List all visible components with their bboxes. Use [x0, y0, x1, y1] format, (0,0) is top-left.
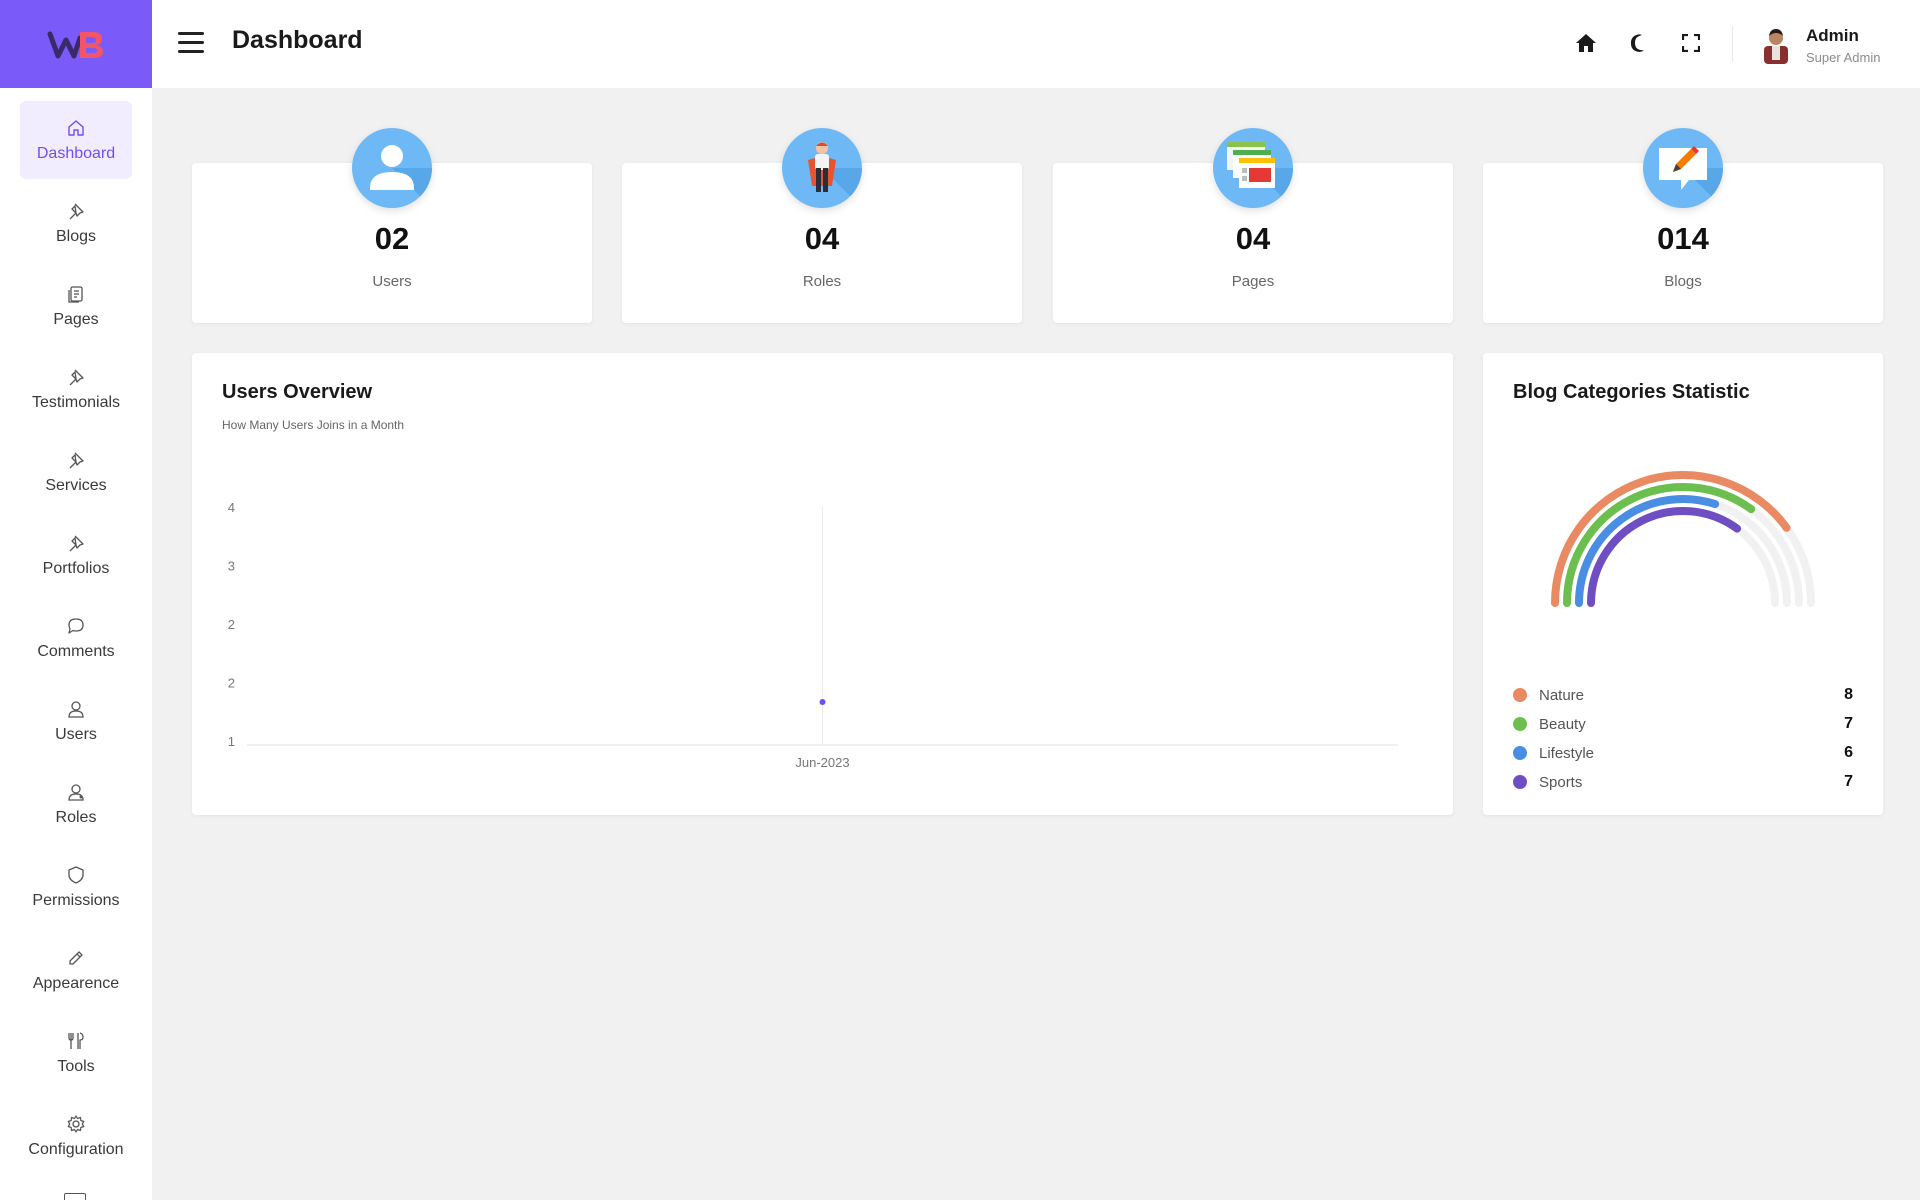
legend-item[interactable]: Nature 8	[1513, 685, 1853, 705]
blog-categories-panel: Blog Categories Statistic Nature 8 Beauty 7…	[1483, 353, 1883, 815]
legend-label: Nature	[1539, 686, 1585, 704]
sidebar-item-label: Permissions	[32, 892, 120, 909]
logo[interactable]	[0, 0, 152, 88]
fullscreen-icon	[1682, 34, 1700, 52]
y-tick-label: 2	[228, 617, 235, 632]
dark-mode-button[interactable]	[1626, 30, 1652, 56]
home-icon	[65, 117, 87, 139]
pin-icon	[65, 200, 87, 222]
menu-toggle-button[interactable]	[178, 32, 204, 54]
more-items-icon	[64, 1193, 86, 1200]
sidebar-item-label: Tools	[57, 1058, 95, 1075]
legend-item[interactable]: Sports 7	[1513, 772, 1853, 792]
user-role: Super Admin	[1806, 50, 1881, 65]
y-tick-label: 4	[228, 500, 235, 515]
pages-icon	[65, 283, 87, 305]
top-header: Dashboard Admin Super Admin	[152, 0, 1920, 88]
header-divider	[1732, 26, 1733, 62]
sidebar-item-services[interactable]: Services	[20, 433, 132, 511]
sidebar-item-label: Appearence	[32, 975, 120, 992]
legend-value: 8	[1844, 686, 1853, 703]
tools-icon	[65, 1030, 87, 1052]
y-tick-label: 1	[228, 734, 235, 749]
legend-dot	[1513, 688, 1527, 702]
blogs-stat-icon	[1643, 128, 1723, 208]
roles-icon	[65, 781, 87, 803]
user-name: Admin	[1806, 26, 1859, 45]
sidebar-item-comments[interactable]: Comments	[20, 599, 132, 677]
sidebar-item-appearence[interactable]: Appearence	[20, 931, 132, 1009]
legend-value: 7	[1844, 715, 1853, 732]
stat-label: Blogs	[1664, 273, 1702, 290]
home-button[interactable]	[1573, 30, 1599, 56]
users-stat-icon	[352, 128, 432, 208]
sidebar-item-blogs[interactable]: Blogs	[20, 184, 132, 262]
sidebar-item-dashboard[interactable]: Dashboard	[20, 101, 132, 179]
x-tick-label: Jun-2023	[795, 755, 849, 770]
sidebar-item-label: Blogs	[55, 228, 97, 245]
sidebar-item-pages[interactable]: Pages	[20, 267, 132, 345]
users-line-chart[interactable]: 4 3 2 2 1 Jun-2023	[192, 353, 1453, 815]
pencil-icon	[65, 947, 87, 969]
fullscreen-button[interactable]	[1678, 30, 1704, 56]
sidebar-item-label: Portfolios	[42, 560, 110, 577]
stat-value: 014	[1657, 221, 1709, 256]
legend-label: Sports	[1539, 773, 1583, 791]
legend-dot	[1513, 746, 1527, 760]
roles-stat-icon	[782, 128, 862, 208]
data-point[interactable]	[819, 699, 826, 705]
legend-item[interactable]: Beauty 7	[1513, 714, 1853, 734]
sidebar-item-label: Roles	[55, 809, 97, 826]
sidebar-item-roles[interactable]: Roles	[20, 765, 132, 843]
stat-label: Roles	[802, 273, 842, 290]
y-tick-label: 2	[228, 676, 235, 691]
sidebar-item-label: Comments	[37, 643, 115, 660]
y-tick-label: 3	[228, 559, 235, 574]
legend-item[interactable]: Lifestyle 6	[1513, 743, 1853, 763]
sidebar-item-testimonials[interactable]: Testimonials	[20, 350, 132, 428]
sidebar-item-label: Configuration	[28, 1141, 124, 1158]
users-overview-panel: Users Overview How Many Users Joins in a…	[192, 353, 1453, 815]
stat-label: Users	[372, 273, 412, 290]
stat-value: 04	[804, 221, 840, 256]
pin-icon	[65, 532, 87, 554]
pin-icon	[65, 366, 87, 388]
moon-icon	[1631, 34, 1644, 52]
gear-icon	[65, 1113, 87, 1135]
sidebar: Dashboard Blogs Pages Testimonials Servi…	[0, 88, 152, 1200]
sidebar-item-configuration[interactable]: Configuration	[20, 1097, 132, 1175]
legend-dot	[1513, 717, 1527, 731]
stat-value: 04	[1235, 221, 1271, 256]
user-icon	[65, 698, 87, 720]
comment-icon	[65, 615, 87, 637]
blog-radial-chart[interactable]	[1483, 353, 1883, 653]
legend-value: 6	[1844, 744, 1853, 761]
sidebar-item-portfolios[interactable]: Portfolios	[20, 516, 132, 594]
sidebar-item-label: Services	[45, 477, 107, 494]
page-title: Dashboard	[232, 26, 363, 54]
sidebar-item-permissions[interactable]: Permissions	[20, 848, 132, 926]
legend-dot	[1513, 775, 1527, 789]
sidebar-item-label: Users	[55, 726, 97, 743]
logo-mark-icon	[47, 31, 103, 59]
legend-value: 7	[1844, 773, 1853, 790]
shield-icon	[65, 864, 87, 886]
home-icon	[1576, 34, 1596, 52]
pin-icon	[65, 449, 87, 471]
avatar[interactable]	[1758, 24, 1794, 64]
sidebar-item-tools[interactable]: Tools	[20, 1014, 132, 1092]
pages-stat-icon	[1213, 128, 1293, 208]
sidebar-item-label: Pages	[53, 311, 99, 328]
sidebar-item-users[interactable]: Users	[20, 682, 132, 760]
legend-label: Lifestyle	[1539, 744, 1595, 762]
legend-label: Beauty	[1539, 715, 1586, 733]
stat-value: 02	[374, 221, 410, 256]
sidebar-item-label: Dashboard	[36, 145, 116, 162]
sidebar-item-label: Testimonials	[31, 394, 121, 411]
stat-label: Pages	[1231, 273, 1275, 290]
